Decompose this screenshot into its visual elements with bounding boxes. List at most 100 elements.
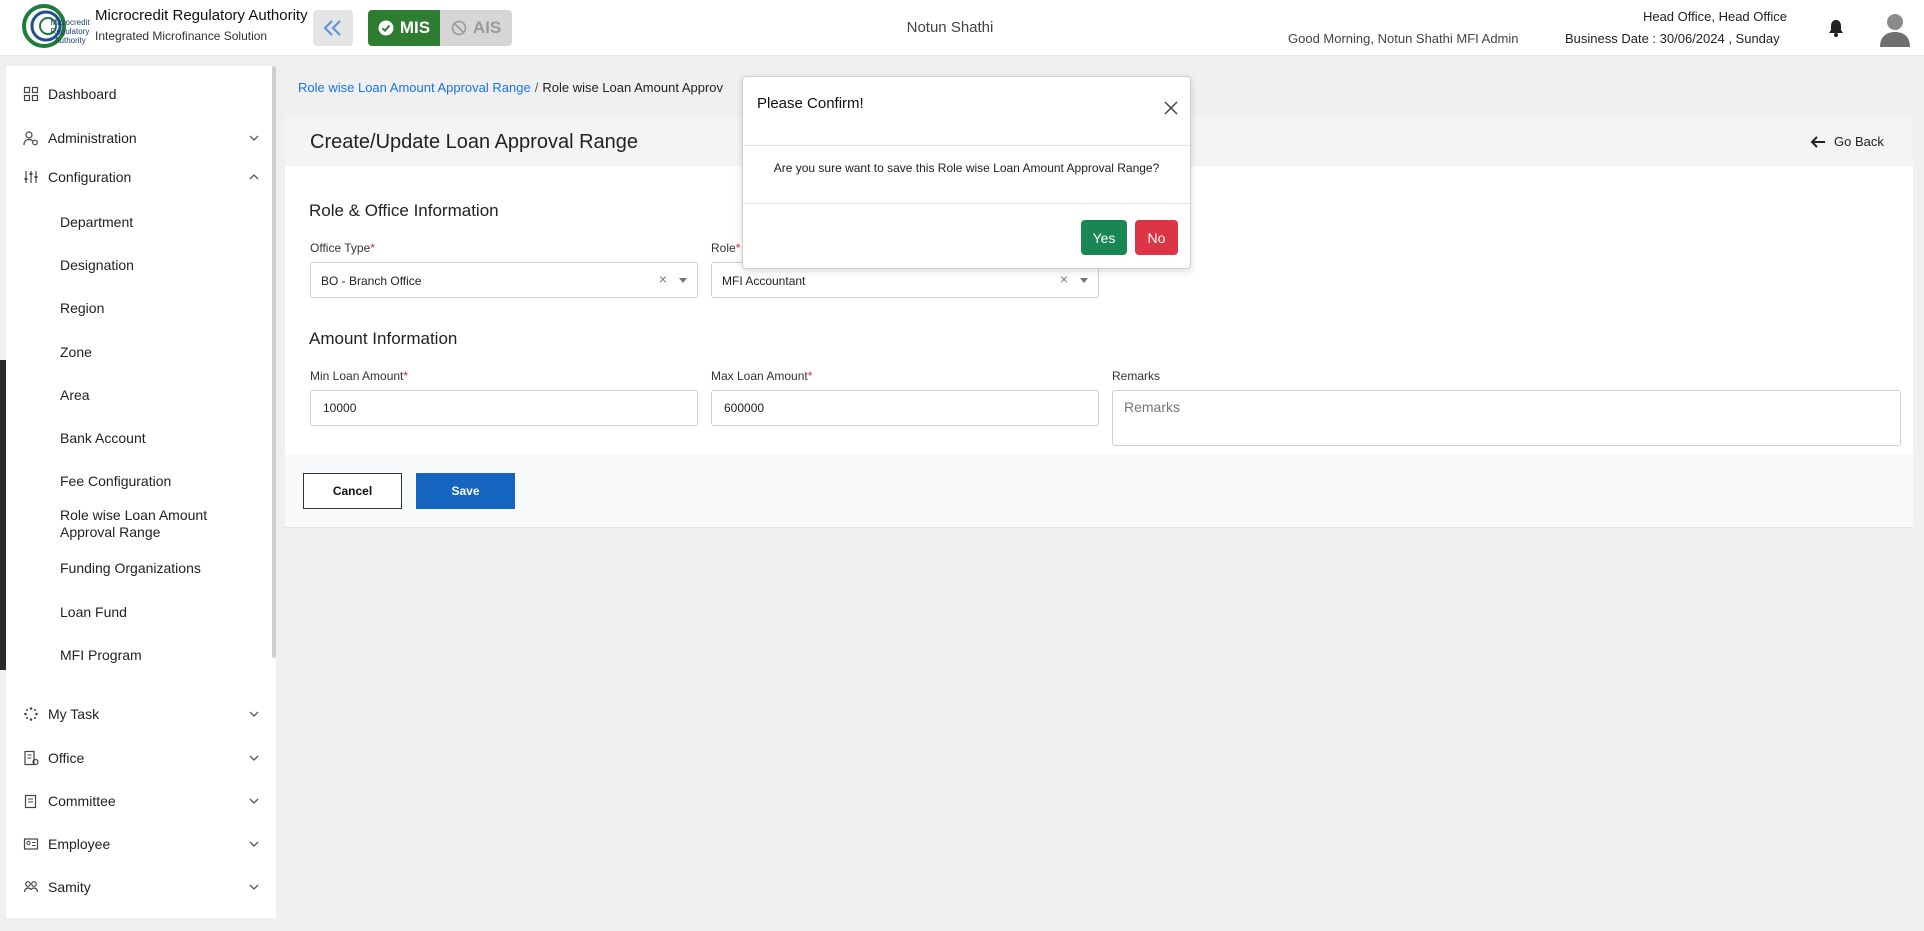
max-loan-label: Max Loan Amount* (711, 369, 812, 383)
arrow-left-icon (1810, 135, 1825, 148)
sidebar-subitem-role-wise-loan-approval[interactable]: Role wise Loan Amount Approval Range (60, 507, 250, 541)
mis-mode-button[interactable]: MIS (368, 10, 440, 46)
sidebar-subitem-region[interactable]: Region (60, 300, 104, 317)
chevron-down-icon (249, 711, 259, 717)
office-type-label: Office Type* (310, 241, 375, 255)
sidebar-subitem-funding-organizations[interactable]: Funding Organizations (60, 560, 201, 577)
business-date: Business Date : 30/06/2024 , Sunday (1565, 31, 1780, 46)
user-avatar-icon[interactable] (1877, 10, 1913, 48)
sidebar-item-label: Configuration (48, 169, 132, 185)
section-role-office: Role & Office Information (309, 201, 499, 220)
id-card-icon (23, 838, 39, 850)
save-button[interactable]: Save (416, 473, 515, 509)
office-type-select[interactable]: BO - Branch Office × (310, 262, 698, 298)
sidebar-item-label: Employee (48, 836, 111, 852)
cancel-button[interactable]: Cancel (303, 473, 402, 509)
required-mark: * (403, 369, 409, 383)
sidebar-item-samity[interactable]: Samity (6, 873, 272, 901)
breadcrumb-separator: / (534, 80, 539, 95)
remarks-label: Remarks (1112, 369, 1161, 383)
sidebar-subitem-area[interactable]: Area (60, 387, 90, 404)
sidebar-item-label: Office (48, 750, 85, 766)
org-subtitle: Integrated Microfinance Solution (95, 29, 268, 43)
sidebar-item-employee[interactable]: Employee (6, 830, 272, 858)
dropdown-caret-icon[interactable] (679, 278, 687, 283)
min-loan-label: Min Loan Amount* (310, 369, 408, 383)
mis-label: MIS (399, 18, 431, 37)
sidebar: Dashboard Administration Configuration D… (6, 66, 276, 918)
sidebar-subitem-fee-configuration[interactable]: Fee Configuration (60, 473, 171, 490)
check-circle-icon (378, 20, 394, 36)
max-loan-label-text: Max Loan Amount (711, 369, 808, 383)
ais-label: AIS (472, 18, 502, 37)
required-mark: * (807, 369, 813, 383)
role-value: MFI Accountant (722, 274, 806, 288)
users-cog-icon (23, 131, 38, 146)
greeting-text: Good Morning, Notun Shathi MFI Admin (1288, 31, 1519, 46)
sidebar-item-dashboard[interactable]: Dashboard (6, 80, 272, 108)
form-footer (285, 454, 1913, 528)
min-loan-label-text: Min Loan Amount (310, 369, 404, 383)
group-icon (23, 881, 39, 893)
min-loan-amount-input[interactable] (310, 390, 698, 426)
role-label-text: Role (711, 241, 736, 255)
bell-icon[interactable] (1826, 18, 1846, 38)
breadcrumb-current: Role wise Loan Amount Approv (542, 80, 724, 95)
go-back-button[interactable]: Go Back (1810, 134, 1884, 149)
sidebar-scrollbar[interactable] (272, 66, 276, 658)
grid-icon (23, 86, 39, 102)
max-loan-amount-input[interactable] (711, 390, 1099, 426)
sidebar-item-label: Committee (48, 793, 116, 809)
page-title: Create/Update Loan Approval Range (310, 131, 639, 153)
sidebar-subitem-department[interactable]: Department (60, 214, 133, 231)
yes-button[interactable]: Yes (1081, 220, 1127, 255)
sidebar-subitem-mfi-program[interactable]: MFI Program (60, 647, 142, 664)
required-mark: * (735, 241, 741, 255)
chevron-down-icon (249, 135, 259, 141)
confirm-dialog: Please Confirm! Are you sure want to sav… (742, 76, 1191, 269)
breadcrumb-link[interactable]: Role wise Loan Amount Approval Range (298, 80, 531, 95)
sidebar-item-office[interactable]: Office (6, 744, 272, 772)
section-amount: Amount Information (309, 329, 458, 348)
mfi-name: Notun Shathi (906, 19, 994, 36)
top-header: Microcredit Regulatory Authority Microcr… (0, 0, 1924, 56)
chevron-down-icon (249, 841, 259, 847)
sidebar-item-label: Administration (48, 130, 137, 146)
sidebar-subitem-designation[interactable]: Designation (60, 257, 134, 274)
chevron-down-icon (249, 884, 259, 890)
required-mark: * (370, 241, 375, 255)
module-switch: MIS AIS (368, 10, 512, 46)
clear-icon[interactable]: × (659, 271, 667, 287)
dialog-message: Are you sure want to save this Role wise… (773, 161, 1160, 175)
role-label: Role* (711, 241, 740, 255)
no-button[interactable]: No (1135, 220, 1178, 255)
sliders-icon (24, 171, 38, 183)
close-icon[interactable] (1164, 101, 1178, 115)
dialog-divider (743, 203, 1190, 204)
breadcrumb: Role wise Loan Amount Approval Range / Rol… (298, 80, 723, 95)
sidebar-item-configuration[interactable]: Configuration (6, 163, 272, 191)
chevron-down-icon (249, 755, 259, 761)
dialog-divider (743, 145, 1190, 146)
ais-mode-button[interactable]: AIS (440, 10, 512, 46)
sidebar-subitem-loan-fund[interactable]: Loan Fund (60, 604, 127, 621)
remarks-textarea[interactable] (1112, 390, 1901, 446)
clear-icon[interactable]: × (1060, 271, 1068, 287)
sidebar-subitem-bank-account[interactable]: Bank Account (60, 430, 146, 447)
office-type-label-text: Office Type (310, 241, 371, 255)
sidebar-collapse-button[interactable] (313, 10, 353, 46)
office-type-value: BO - Branch Office (321, 274, 422, 288)
sidebar-subitem-zone[interactable]: Zone (60, 344, 92, 361)
chevron-down-icon (249, 798, 259, 804)
dropdown-caret-icon[interactable] (1080, 278, 1088, 283)
sidebar-item-my-task[interactable]: My Task (6, 700, 272, 728)
logo-text: Microcredit Regulatory Authority (50, 18, 90, 45)
sidebar-item-administration[interactable]: Administration (6, 124, 272, 152)
sidebar-item-label: Samity (48, 879, 91, 895)
sidebar-item-label: My Task (48, 706, 100, 722)
spinner-icon (24, 707, 38, 721)
office-name: Head Office, Head Office (1642, 9, 1787, 24)
building-icon (24, 750, 39, 766)
sidebar-item-committee[interactable]: Committee (6, 787, 272, 815)
ban-icon (451, 20, 467, 36)
